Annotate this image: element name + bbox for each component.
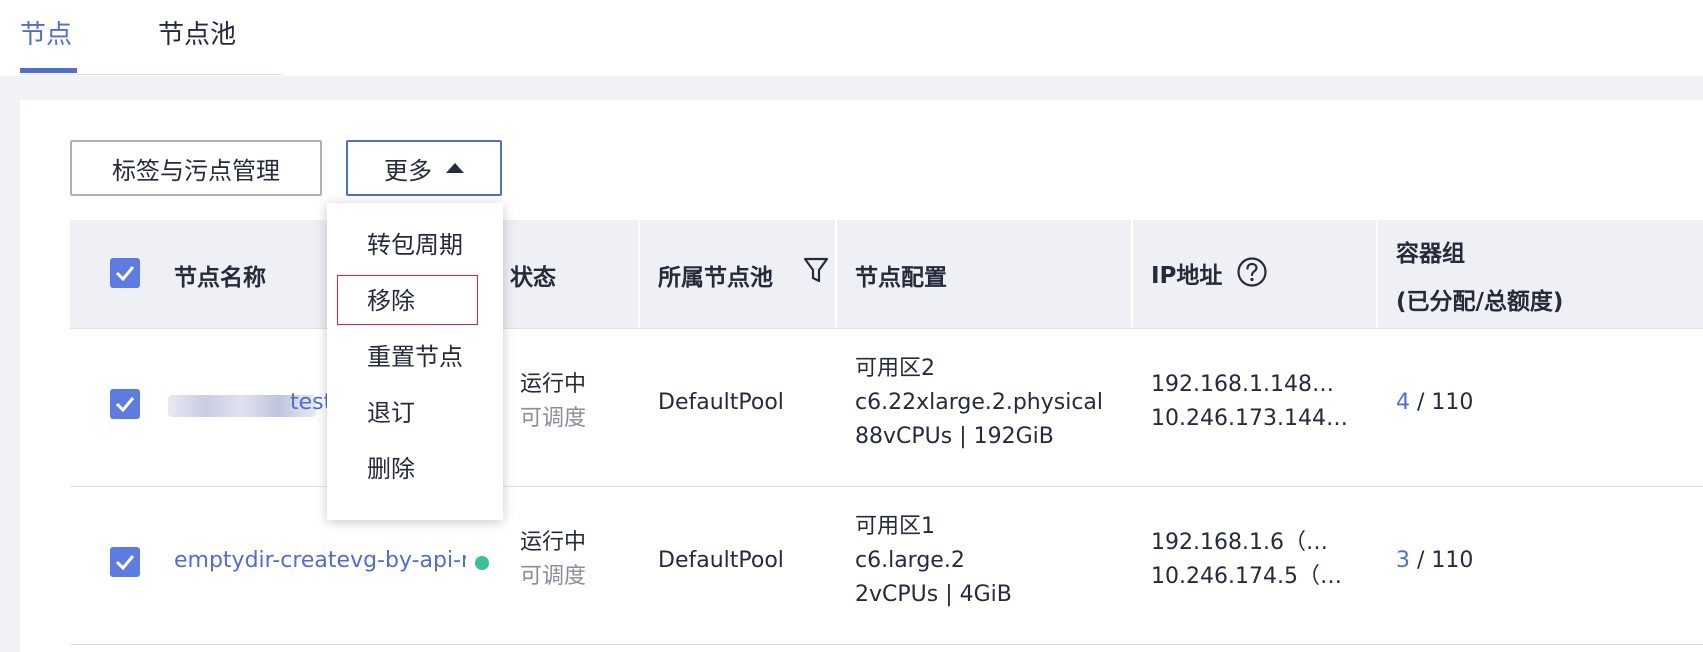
status-text: 运行中 <box>520 372 587 397</box>
pods-count: 4 / 110 <box>1396 385 1473 421</box>
status-running-dot <box>475 556 489 570</box>
flavor-value: c6.large.2 <box>855 548 965 573</box>
spec-value: 88vCPUs | 192GiB <box>855 424 1054 449</box>
header-node-config: 节点配置 <box>855 265 947 291</box>
tab-divider <box>20 74 282 75</box>
table-row: emptydir-createvg-by-api-no 运行中 可调度 Defa… <box>70 487 1703 645</box>
node-pool-value: DefaultPool <box>658 390 784 415</box>
flavor-value: c6.22xlarge.2.physical <box>855 390 1104 415</box>
check-icon <box>115 555 135 570</box>
pods-total: / 110 <box>1417 390 1474 415</box>
menu-item-reset-node[interactable]: 重置节点 <box>367 337 463 372</box>
column-separator <box>638 220 640 328</box>
menu-item-delete[interactable]: 删除 <box>367 449 415 484</box>
header-pods-quota: (已分配/总额度) <box>1396 289 1564 315</box>
node-pool-value: DefaultPool <box>658 548 784 573</box>
labels-taints-button[interactable]: 标签与污点管理 <box>70 140 322 196</box>
pods-total: / 110 <box>1417 548 1474 573</box>
check-icon <box>115 266 135 281</box>
menu-item-convert-billing[interactable]: 转包周期 <box>367 225 463 260</box>
header-ip-address: IP地址 <box>1151 263 1223 289</box>
help-icon[interactable] <box>1236 256 1268 288</box>
menu-item-unsubscribe[interactable]: 退订 <box>367 393 415 428</box>
schedule-text: 可调度 <box>520 564 587 589</box>
schedule-text: 可调度 <box>520 406 587 431</box>
more-button-label: 更多 <box>384 156 432 185</box>
tab-node-pools[interactable]: 节点池 <box>158 14 236 51</box>
node-list-panel: 标签与污点管理 更多 节点名称 状态 所属节点池 节点配置 IP地址 容器组 (… <box>20 100 1703 652</box>
caret-up-icon <box>446 163 464 173</box>
table-header: 节点名称 状态 所属节点池 节点配置 IP地址 容器组 (已分配/总额度) <box>70 220 1703 329</box>
pods-allocated-link[interactable]: 3 <box>1396 548 1410 573</box>
table-row: test- 运行中 可调度 DefaultPool 可用区2 c6.22xlar… <box>70 329 1703 487</box>
header-status: 状态 <box>510 265 556 291</box>
more-button[interactable]: 更多 <box>346 140 502 196</box>
pods-allocated-link[interactable]: 4 <box>1396 390 1410 415</box>
header-pods: 容器组 <box>1396 241 1465 267</box>
ip-secondary: 10.246.173.144… <box>1151 406 1348 431</box>
ip-primary: 192.168.1.148… <box>1151 372 1334 397</box>
ip-primary: 192.168.1.6（… <box>1151 530 1328 555</box>
column-separator <box>835 220 837 328</box>
zone-value: 可用区1 <box>855 514 935 539</box>
row-checkbox[interactable] <box>110 547 140 577</box>
row-checkbox[interactable] <box>110 389 140 419</box>
column-separator <box>1131 220 1133 328</box>
pods-count: 3 / 110 <box>1396 543 1473 579</box>
column-separator <box>1376 220 1378 328</box>
more-dropdown-menu: 转包周期 移除 重置节点 退订 删除 <box>327 203 503 520</box>
status-text: 运行中 <box>520 530 587 555</box>
check-icon <box>115 397 135 412</box>
spec-value: 2vCPUs | 4GiB <box>855 582 1012 607</box>
active-tab-indicator <box>20 68 77 73</box>
ip-secondary: 10.246.174.5（… <box>1151 564 1342 589</box>
header-node-name: 节点名称 <box>174 265 266 291</box>
tab-nodes[interactable]: 节点 <box>20 14 72 51</box>
select-all-checkbox[interactable] <box>110 258 140 288</box>
filter-icon[interactable] <box>802 256 830 284</box>
menu-item-remove[interactable]: 移除 <box>367 281 415 316</box>
tab-bar: 节点 节点池 <box>0 0 1703 76</box>
node-name-link[interactable]: emptydir-createvg-by-api-no <box>174 543 466 579</box>
header-node-pool: 所属节点池 <box>658 265 773 291</box>
zone-value: 可用区2 <box>855 356 935 381</box>
